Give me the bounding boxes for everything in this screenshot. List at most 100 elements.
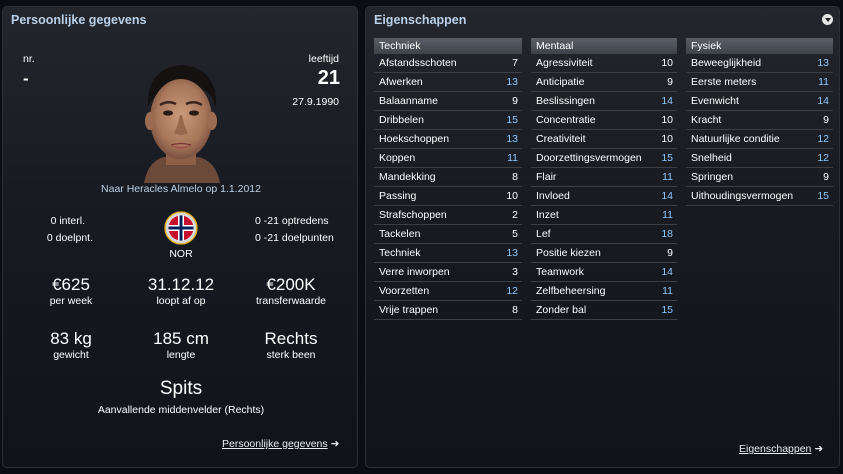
transfer-value: €200K bbox=[266, 275, 316, 294]
height-label: lengte bbox=[166, 349, 196, 361]
attribute-value: 18 bbox=[661, 228, 673, 240]
attribute-value: 13 bbox=[506, 76, 518, 88]
attribute-value: 14 bbox=[661, 190, 673, 202]
attribute-name: Passing bbox=[379, 190, 417, 202]
attribute-value: 10 bbox=[661, 57, 673, 69]
contract-expiry-value: 31.12.12 bbox=[147, 275, 215, 294]
attributes-link[interactable]: Eigenschappen ➜ bbox=[739, 443, 823, 455]
attribute-row-mental[interactable]: Concentratie 10 bbox=[531, 111, 677, 130]
personal-details-panel: Persoonlijke gegevens nr. - leeftijd 21 … bbox=[2, 6, 358, 468]
wage-value: €625 bbox=[52, 275, 90, 294]
attribute-row-mental[interactable]: Flair 11 bbox=[531, 168, 677, 187]
attribute-value: 2 bbox=[512, 209, 518, 221]
attribute-row-mental[interactable]: Zonder bal 15 bbox=[531, 301, 677, 320]
u21-goals: 0 -21 doelpunten bbox=[255, 232, 334, 244]
attribute-row-physical[interactable]: Beweeglijkheid 13 bbox=[686, 54, 833, 73]
attribute-row-technical[interactable]: Voorzetten 12 bbox=[374, 282, 522, 301]
attribute-name: Agressiviteit bbox=[536, 57, 593, 69]
attribute-name: Positie kiezen bbox=[536, 247, 601, 259]
attribute-row-technical[interactable]: Dribbelen 15 bbox=[374, 111, 522, 130]
attribute-row-technical[interactable]: Afstandsschoten 7 bbox=[374, 54, 522, 73]
attribute-row-technical[interactable]: Verre inworpen 3 bbox=[374, 263, 522, 282]
attribute-row-technical[interactable]: Techniek 13 bbox=[374, 244, 522, 263]
mental-column: Mentaal Agressiviteit 10 Anticipatie 9 Besli… bbox=[531, 38, 677, 320]
attribute-name: Springen bbox=[691, 171, 734, 183]
attribute-row-technical[interactable]: Hoekschoppen 13 bbox=[374, 130, 522, 149]
attribute-row-mental[interactable]: Doorzettingsvermogen 15 bbox=[531, 149, 677, 168]
attribute-row-physical[interactable]: Uithoudingsvermogen 15 bbox=[686, 187, 833, 206]
attribute-row-technical[interactable]: Tackelen 5 bbox=[374, 225, 522, 244]
attribute-value: 14 bbox=[817, 95, 829, 107]
attribute-row-mental[interactable]: Anticipatie 9 bbox=[531, 73, 677, 92]
attribute-row-mental[interactable]: Creativiteit 10 bbox=[531, 130, 677, 149]
attribute-row-mental[interactable]: Invloed 14 bbox=[531, 187, 677, 206]
attribute-name: Natuurlijke conditie bbox=[691, 133, 780, 145]
attribute-name: Zelfbeheersing bbox=[536, 285, 606, 297]
attribute-value: 8 bbox=[512, 304, 518, 316]
attribute-row-technical[interactable]: Balaanname 9 bbox=[374, 92, 522, 111]
attribute-name: Tackelen bbox=[379, 228, 421, 240]
preferred-foot-label: sterk been bbox=[266, 349, 316, 361]
u21-appearances: 0 -21 optredens bbox=[255, 215, 329, 227]
attribute-row-mental[interactable]: Beslissingen 14 bbox=[531, 92, 677, 111]
attribute-row-mental[interactable]: Positie kiezen 9 bbox=[531, 244, 677, 263]
weight-value: 83 kg bbox=[50, 329, 92, 348]
attribute-row-physical[interactable]: Natuurlijke conditie 12 bbox=[686, 130, 833, 149]
attributes-link-label[interactable]: Eigenschappen bbox=[739, 443, 811, 455]
attribute-value: 9 bbox=[667, 247, 673, 259]
transfer-value-label: transferwaarde bbox=[255, 295, 327, 307]
attribute-row-mental[interactable]: Agressiviteit 10 bbox=[531, 54, 677, 73]
attribute-name: Verre inworpen bbox=[379, 266, 450, 278]
attributes-panel: Eigenschappen Techniek Afstandsschoten 7 A… bbox=[365, 6, 840, 468]
attribute-value: 10 bbox=[661, 133, 673, 145]
transfer-note: Naar Heracles Almelo op 1.1.2012 bbox=[101, 183, 261, 195]
attribute-row-technical[interactable]: Mandekking 8 bbox=[374, 168, 522, 187]
attribute-row-technical[interactable]: Vrije trappen 8 bbox=[374, 301, 522, 320]
attribute-value: 5 bbox=[512, 228, 518, 240]
attribute-row-physical[interactable]: Kracht 9 bbox=[686, 111, 833, 130]
attribute-row-technical[interactable]: Passing 10 bbox=[374, 187, 522, 206]
attribute-value: 9 bbox=[667, 76, 673, 88]
height-value: 185 cm bbox=[153, 329, 209, 348]
secondary-position: Aanvallende middenvelder (Rechts) bbox=[97, 404, 265, 416]
attribute-value: 8 bbox=[512, 171, 518, 183]
attribute-row-physical[interactable]: Eerste meters 11 bbox=[686, 73, 833, 92]
attribute-row-mental[interactable]: Inzet 11 bbox=[531, 206, 677, 225]
panel-menu-chevron-down-icon[interactable] bbox=[822, 14, 833, 25]
attribute-value: 13 bbox=[506, 133, 518, 145]
personal-details-link[interactable]: Persoonlijke gegevens ➜ bbox=[222, 438, 339, 450]
attribute-row-physical[interactable]: Snelheid 12 bbox=[686, 149, 833, 168]
attribute-row-technical[interactable]: Koppen 11 bbox=[374, 149, 522, 168]
attribute-name: Afstandsschoten bbox=[379, 57, 457, 69]
contract-expiry-label: loopt af op bbox=[156, 295, 206, 307]
attribute-value: 15 bbox=[661, 304, 673, 316]
attribute-name: Teamwork bbox=[536, 266, 584, 278]
weight-label: gewicht bbox=[53, 349, 89, 361]
attribute-row-physical[interactable]: Evenwicht 14 bbox=[686, 92, 833, 111]
attribute-value: 12 bbox=[506, 285, 518, 297]
attribute-name: Inzet bbox=[536, 209, 559, 221]
attribute-value: 15 bbox=[817, 190, 829, 202]
attribute-row-technical[interactable]: Strafschoppen 2 bbox=[374, 206, 522, 225]
personal-details-link-label[interactable]: Persoonlijke gegevens bbox=[222, 438, 328, 450]
attribute-row-mental[interactable]: Teamwork 14 bbox=[531, 263, 677, 282]
attribute-value: 13 bbox=[506, 247, 518, 259]
attribute-value: 11 bbox=[507, 152, 518, 164]
attribute-value: 9 bbox=[512, 95, 518, 107]
shirt-number-value: - bbox=[23, 69, 29, 88]
attribute-name: Afwerken bbox=[379, 76, 423, 88]
attribute-row-technical[interactable]: Afwerken 13 bbox=[374, 73, 522, 92]
attribute-value: 11 bbox=[818, 76, 829, 88]
attribute-row-mental[interactable]: Lef 18 bbox=[531, 225, 677, 244]
attribute-value: 10 bbox=[661, 114, 673, 126]
nation-badge-icon[interactable] bbox=[164, 211, 198, 245]
attribute-value: 10 bbox=[506, 190, 518, 202]
attribute-value: 15 bbox=[661, 152, 673, 164]
attribute-name: Hoekschoppen bbox=[379, 133, 450, 145]
attribute-name: Vrije trappen bbox=[379, 304, 439, 316]
attribute-row-physical[interactable]: Springen 9 bbox=[686, 168, 833, 187]
attribute-name: Invloed bbox=[536, 190, 570, 202]
attribute-name: Concentratie bbox=[536, 114, 596, 126]
attribute-row-mental[interactable]: Zelfbeheersing 11 bbox=[531, 282, 677, 301]
physical-header: Fysiek bbox=[686, 38, 833, 54]
